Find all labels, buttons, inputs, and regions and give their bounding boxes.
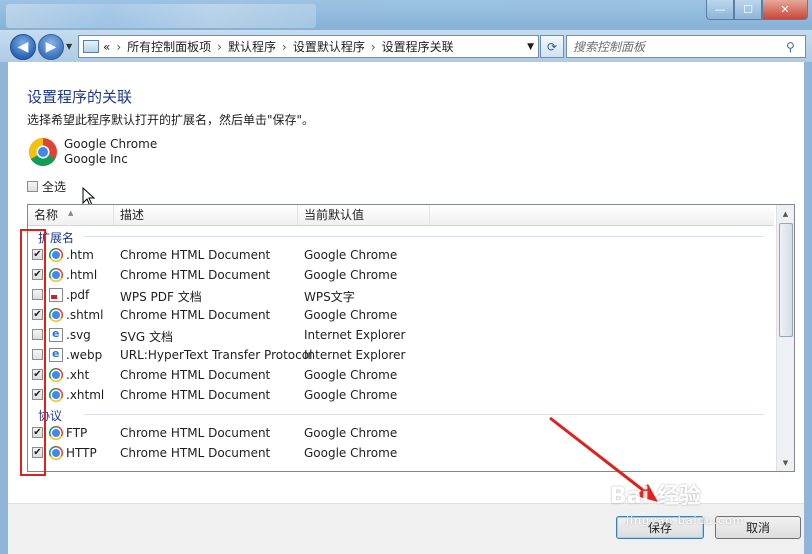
table-row[interactable]: .webp URL:HyperText Transfer ProtocolInte…: [28, 345, 774, 365]
list-group-header: 扩展名: [28, 227, 774, 245]
extension-description: Chrome HTML Document: [120, 388, 271, 402]
close-button[interactable]: ✕: [762, 0, 808, 20]
current-default-program: Google Chrome: [304, 388, 398, 402]
table-row[interactable]: .pdf WPS PDF 文档 WPS文字: [28, 285, 774, 305]
button-bar: 保存 取消: [8, 503, 804, 554]
search-icon[interactable]: ⚲: [786, 40, 800, 54]
breadcrumb-all-items[interactable]: 所有控制面板项: [127, 38, 211, 55]
chrome-file-icon: [49, 446, 63, 460]
breadcrumb-default-programs[interactable]: 默认程序: [228, 38, 276, 55]
extension-name: .pdf: [66, 288, 90, 302]
extension-name: FTP: [66, 426, 88, 440]
pdf-file-icon: [49, 288, 63, 302]
current-default-program: WPS文字: [304, 290, 355, 304]
ie-file-icon: [49, 347, 63, 362]
chrome-file-icon: [49, 268, 63, 282]
title-bar: — ☐ ✕: [0, 0, 812, 30]
scrollbar-thumb[interactable]: [779, 223, 793, 337]
current-default-program: Google Chrome: [304, 268, 398, 282]
breadcrumb-separator: ›: [282, 39, 287, 54]
column-header-name[interactable]: ▲ 名称: [28, 205, 114, 225]
column-header-description[interactable]: 描述: [114, 205, 298, 225]
app-company: Google Inc: [64, 152, 128, 166]
extension-name: .webp: [66, 348, 103, 362]
extension-description: URL:HyperText Transfer Protocol: [120, 348, 313, 362]
chrome-file-icon: [49, 248, 63, 262]
select-all-toggle[interactable]: 全选: [27, 178, 66, 195]
address-dropdown-icon[interactable]: ▼: [527, 42, 534, 52]
window-controls: — ☐ ✕: [706, 0, 808, 20]
select-all-label: 全选: [42, 180, 67, 194]
current-default-program: Google Chrome: [304, 426, 398, 440]
app-name: Google Chrome: [64, 137, 158, 151]
scroll-down-icon[interactable]: ▼: [778, 455, 793, 470]
extension-name: .htm: [66, 248, 94, 262]
table-row[interactable]: ✔ .htm Chrome HTML Document Google Chrome: [28, 245, 774, 265]
extension-name: HTTP: [66, 446, 97, 460]
table-row[interactable]: ✔ .shtml Chrome HTML Document Google Chrome: [28, 305, 774, 325]
list-header: ▲ 名称 描述 当前默认值: [28, 205, 774, 226]
control-panel-icon: [83, 40, 99, 53]
extension-description: Chrome HTML Document: [120, 368, 271, 382]
chrome-file-icon: [49, 368, 63, 382]
current-default-program: Google Chrome: [304, 308, 398, 322]
search-input[interactable]: [567, 38, 786, 55]
breadcrumb-set-default-programs[interactable]: 设置默认程序: [293, 38, 365, 55]
forward-button[interactable]: ▶: [38, 34, 64, 60]
search-box[interactable]: ⚲: [566, 35, 806, 58]
minimize-button[interactable]: —: [706, 0, 734, 20]
chrome-file-icon: [49, 388, 63, 402]
main-content: 设置程序的关联 选择希望此程序默认打开的扩展名，然后单击"保存"。 Google…: [8, 62, 804, 503]
breadcrumb-separator: ›: [217, 39, 222, 54]
vertical-scrollbar[interactable]: ▲ ▼: [776, 205, 794, 471]
extension-name: .svg: [66, 328, 91, 342]
sort-ascending-icon: ▲: [68, 209, 74, 217]
instruction-text: 选择希望此程序默认打开的扩展名，然后单击"保存"。: [27, 113, 315, 127]
watermark: Bai 经验: [610, 484, 701, 509]
address-prefix: «: [103, 39, 111, 54]
extension-description: Chrome HTML Document: [120, 426, 271, 440]
chrome-file-icon: [49, 308, 63, 322]
extension-name: .shtml: [66, 308, 104, 322]
current-default-program: Google Chrome: [304, 368, 398, 382]
extension-description: Chrome HTML Document: [120, 446, 271, 460]
extension-description: Chrome HTML Document: [120, 268, 271, 282]
table-row[interactable]: ✔ .xhtml Chrome HTML Document Google Chrome: [28, 385, 774, 405]
chrome-file-icon: [49, 426, 63, 440]
navigation-bar: ◀ ▶ ▼ « › 所有控制面板项 › 默认程序 › 设置默认程序 › 设置程序…: [0, 30, 812, 62]
extension-description: SVG 文档: [120, 330, 173, 344]
extension-description: WPS PDF 文档: [120, 290, 202, 304]
column-header-current-default[interactable]: 当前默认值: [298, 205, 430, 225]
current-default-program: Google Chrome: [304, 446, 398, 460]
extension-description: Chrome HTML Document: [120, 248, 271, 262]
blurred-window-title: [6, 4, 316, 28]
extension-name: .html: [66, 268, 98, 282]
recent-pages-dropdown[interactable]: ▼: [66, 42, 72, 51]
table-row[interactable]: ✔ .html Chrome HTML Document Google Chrome: [28, 265, 774, 285]
refresh-button[interactable]: ⟳: [540, 35, 564, 58]
scroll-up-icon[interactable]: ▲: [778, 206, 793, 221]
breadcrumb-separator: ›: [370, 39, 376, 54]
association-list[interactable]: ▲ 名称 描述 当前默认值 扩展名 ✔ .htm Chrome HTML Docume…: [27, 204, 795, 472]
annotation-highlight-box: [20, 229, 46, 476]
extension-name: .xht: [66, 368, 90, 382]
ie-file-icon: [49, 327, 63, 342]
extension-description: Chrome HTML Document: [120, 308, 271, 322]
extension-name: .xhtml: [66, 388, 105, 402]
page-title: 设置程序的关联: [27, 88, 133, 106]
current-default-program: Internet Explorer: [304, 328, 406, 342]
breadcrumb-separator: ›: [116, 39, 122, 54]
select-all-checkbox[interactable]: [27, 181, 38, 192]
current-default-program: Internet Explorer: [304, 348, 406, 362]
table-row[interactable]: .svg SVG 文档 Internet Explorer: [28, 325, 774, 345]
breadcrumb-set-associations[interactable]: 设置程序关联: [382, 38, 454, 55]
back-button[interactable]: ◀: [10, 34, 36, 60]
current-default-program: Google Chrome: [304, 248, 398, 262]
table-row[interactable]: ✔ .xht Chrome HTML Document Google Chrome: [28, 365, 774, 385]
maximize-button[interactable]: ☐: [734, 0, 762, 20]
address-bar[interactable]: « › 所有控制面板项 › 默认程序 › 设置默认程序 › 设置程序关联 ▼: [78, 35, 539, 58]
chrome-logo-icon: [29, 138, 57, 166]
watermark-url: jingyan.baidu.com: [626, 514, 745, 527]
